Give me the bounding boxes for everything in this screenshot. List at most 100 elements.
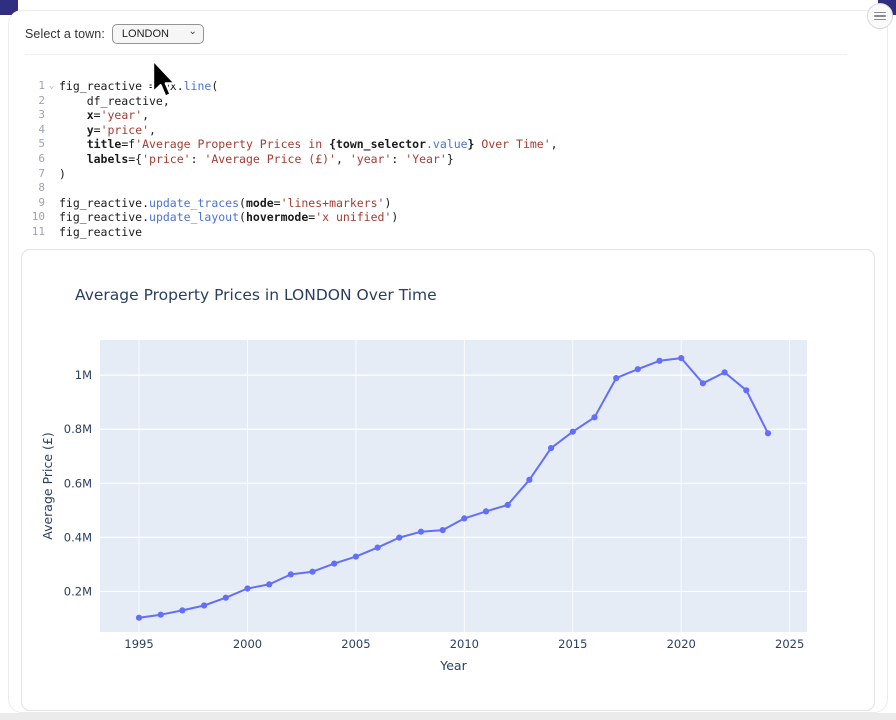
- code-text: ): [59, 167, 66, 182]
- code-text: fig_reactive.update_traces(mode='lines+m…: [59, 196, 391, 211]
- y-axis-title: Average Price (£): [40, 432, 55, 539]
- data-point-2017[interactable]: [613, 375, 619, 381]
- data-point-1999[interactable]: [223, 595, 229, 601]
- data-point-2018[interactable]: [635, 366, 641, 372]
- x-tick-label: 2025: [775, 637, 804, 651]
- hamburger-icon: [874, 9, 886, 22]
- fold-spacer: [49, 225, 59, 240]
- fold-spacer: [49, 152, 59, 167]
- mouse-cursor-icon: [146, 57, 176, 101]
- x-tick-label: 1995: [124, 637, 153, 651]
- property-price-chart[interactable]: Average Property Prices in LONDON Over T…: [22, 250, 874, 710]
- code-text: labels={'price': 'Average Price (£)', 'y…: [59, 152, 454, 167]
- x-axis-title: Year: [439, 658, 467, 673]
- town-select-wrapper: LONDON ⌄: [112, 24, 204, 44]
- fold-spacer: [49, 181, 59, 196]
- chart-title: Average Property Prices in LONDON Over T…: [75, 286, 437, 304]
- data-point-2006[interactable]: [375, 545, 381, 551]
- code-line[interactable]: 3 x='year',: [15, 108, 865, 123]
- y-tick-label: 1M: [75, 368, 92, 382]
- line-number: 2: [15, 94, 49, 109]
- line-number: 8: [15, 181, 49, 196]
- data-point-2014[interactable]: [548, 445, 554, 451]
- code-line[interactable]: 5 title=f'Average Property Prices in {to…: [15, 137, 865, 152]
- data-point-2003[interactable]: [309, 569, 315, 575]
- line-number: 11: [15, 225, 49, 240]
- data-point-2019[interactable]: [656, 358, 662, 364]
- data-point-1996[interactable]: [158, 612, 164, 618]
- code-editor[interactable]: 1⌄fig_reactive = px.line(2 df_reactive,3…: [15, 79, 865, 240]
- line-number: 9: [15, 196, 49, 211]
- code-text: y='price',: [59, 123, 156, 138]
- fold-spacer: [49, 196, 59, 211]
- data-point-2020[interactable]: [678, 355, 684, 361]
- y-tick-label: 0.6M: [64, 476, 92, 490]
- code-text: fig_reactive: [59, 225, 142, 240]
- data-point-2024[interactable]: [765, 430, 771, 436]
- data-point-2005[interactable]: [353, 554, 359, 560]
- x-tick-label: 2010: [450, 637, 479, 651]
- data-point-2007[interactable]: [396, 535, 402, 541]
- line-number: 6: [15, 152, 49, 167]
- data-point-2016[interactable]: [591, 414, 597, 420]
- y-tick-label: 0.2M: [64, 584, 92, 598]
- code-text: title=f'Average Property Prices in {town…: [59, 137, 558, 152]
- data-point-2013[interactable]: [526, 477, 532, 483]
- code-line[interactable]: 8: [15, 181, 865, 196]
- data-point-2015[interactable]: [570, 429, 576, 435]
- code-line[interactable]: 10 fig_reactive.update_layout(hovermode=…: [15, 210, 865, 225]
- data-point-2000[interactable]: [244, 585, 250, 591]
- code-line[interactable]: 9 fig_reactive.update_traces(mode='lines…: [15, 196, 865, 211]
- x-tick-label: 2015: [558, 637, 587, 651]
- code-line[interactable]: 6 labels={'price': 'Average Price (£)', …: [15, 152, 865, 167]
- page-bottom-background: [0, 713, 896, 720]
- data-point-2009[interactable]: [440, 527, 446, 533]
- x-tick-label: 2005: [341, 637, 370, 651]
- fold-spacer: [49, 94, 59, 109]
- notebook-card: Select a town: LONDON ⌄ 1⌄fig_reactive =…: [8, 10, 888, 713]
- data-point-2002[interactable]: [288, 571, 294, 577]
- line-number: 5: [15, 137, 49, 152]
- data-point-2021[interactable]: [700, 380, 706, 386]
- line-number: 3: [15, 108, 49, 123]
- data-point-1995[interactable]: [136, 615, 142, 621]
- fold-spacer: [49, 137, 59, 152]
- data-point-2001[interactable]: [266, 581, 272, 587]
- data-point-1998[interactable]: [201, 602, 207, 608]
- fold-spacer: [49, 108, 59, 123]
- line-number: 1: [15, 79, 49, 94]
- data-point-1997[interactable]: [179, 607, 185, 613]
- x-tick-label: 2020: [667, 637, 696, 651]
- line-number: 7: [15, 167, 49, 182]
- data-point-2004[interactable]: [331, 561, 337, 567]
- fold-spacer: [49, 210, 59, 225]
- code-text: fig_reactive = px.line(: [59, 79, 218, 94]
- line-number: 4: [15, 123, 49, 138]
- data-point-2010[interactable]: [461, 515, 467, 521]
- controls-row: Select a town: LONDON ⌄: [25, 13, 847, 55]
- y-tick-label: 0.4M: [64, 530, 92, 544]
- data-point-2012[interactable]: [505, 502, 511, 508]
- town-select[interactable]: LONDON: [112, 24, 204, 44]
- chart-output-card: Average Property Prices in LONDON Over T…: [21, 249, 875, 711]
- line-number: 10: [15, 210, 49, 225]
- fold-chevron-icon[interactable]: ⌄: [49, 79, 59, 94]
- fold-spacer: [49, 167, 59, 182]
- code-line[interactable]: 1⌄fig_reactive = px.line(: [15, 79, 865, 94]
- data-point-2023[interactable]: [743, 387, 749, 393]
- code-text: fig_reactive.update_layout(hovermode='x …: [59, 210, 398, 225]
- code-text: [59, 181, 66, 196]
- x-tick-label: 2000: [233, 637, 262, 651]
- code-line[interactable]: 2 df_reactive,: [15, 94, 865, 109]
- town-select-label: Select a town:: [25, 27, 105, 41]
- code-line[interactable]: 4 y='price',: [15, 123, 865, 138]
- code-line[interactable]: 11 fig_reactive: [15, 225, 865, 240]
- code-line[interactable]: 7 ): [15, 167, 865, 182]
- y-tick-label: 0.8M: [64, 422, 92, 436]
- menu-button[interactable]: [867, 3, 893, 29]
- code-text: x='year',: [59, 108, 149, 123]
- data-point-2022[interactable]: [722, 369, 728, 375]
- fold-spacer: [49, 123, 59, 138]
- data-point-2008[interactable]: [418, 529, 424, 535]
- data-point-2011[interactable]: [483, 508, 489, 514]
